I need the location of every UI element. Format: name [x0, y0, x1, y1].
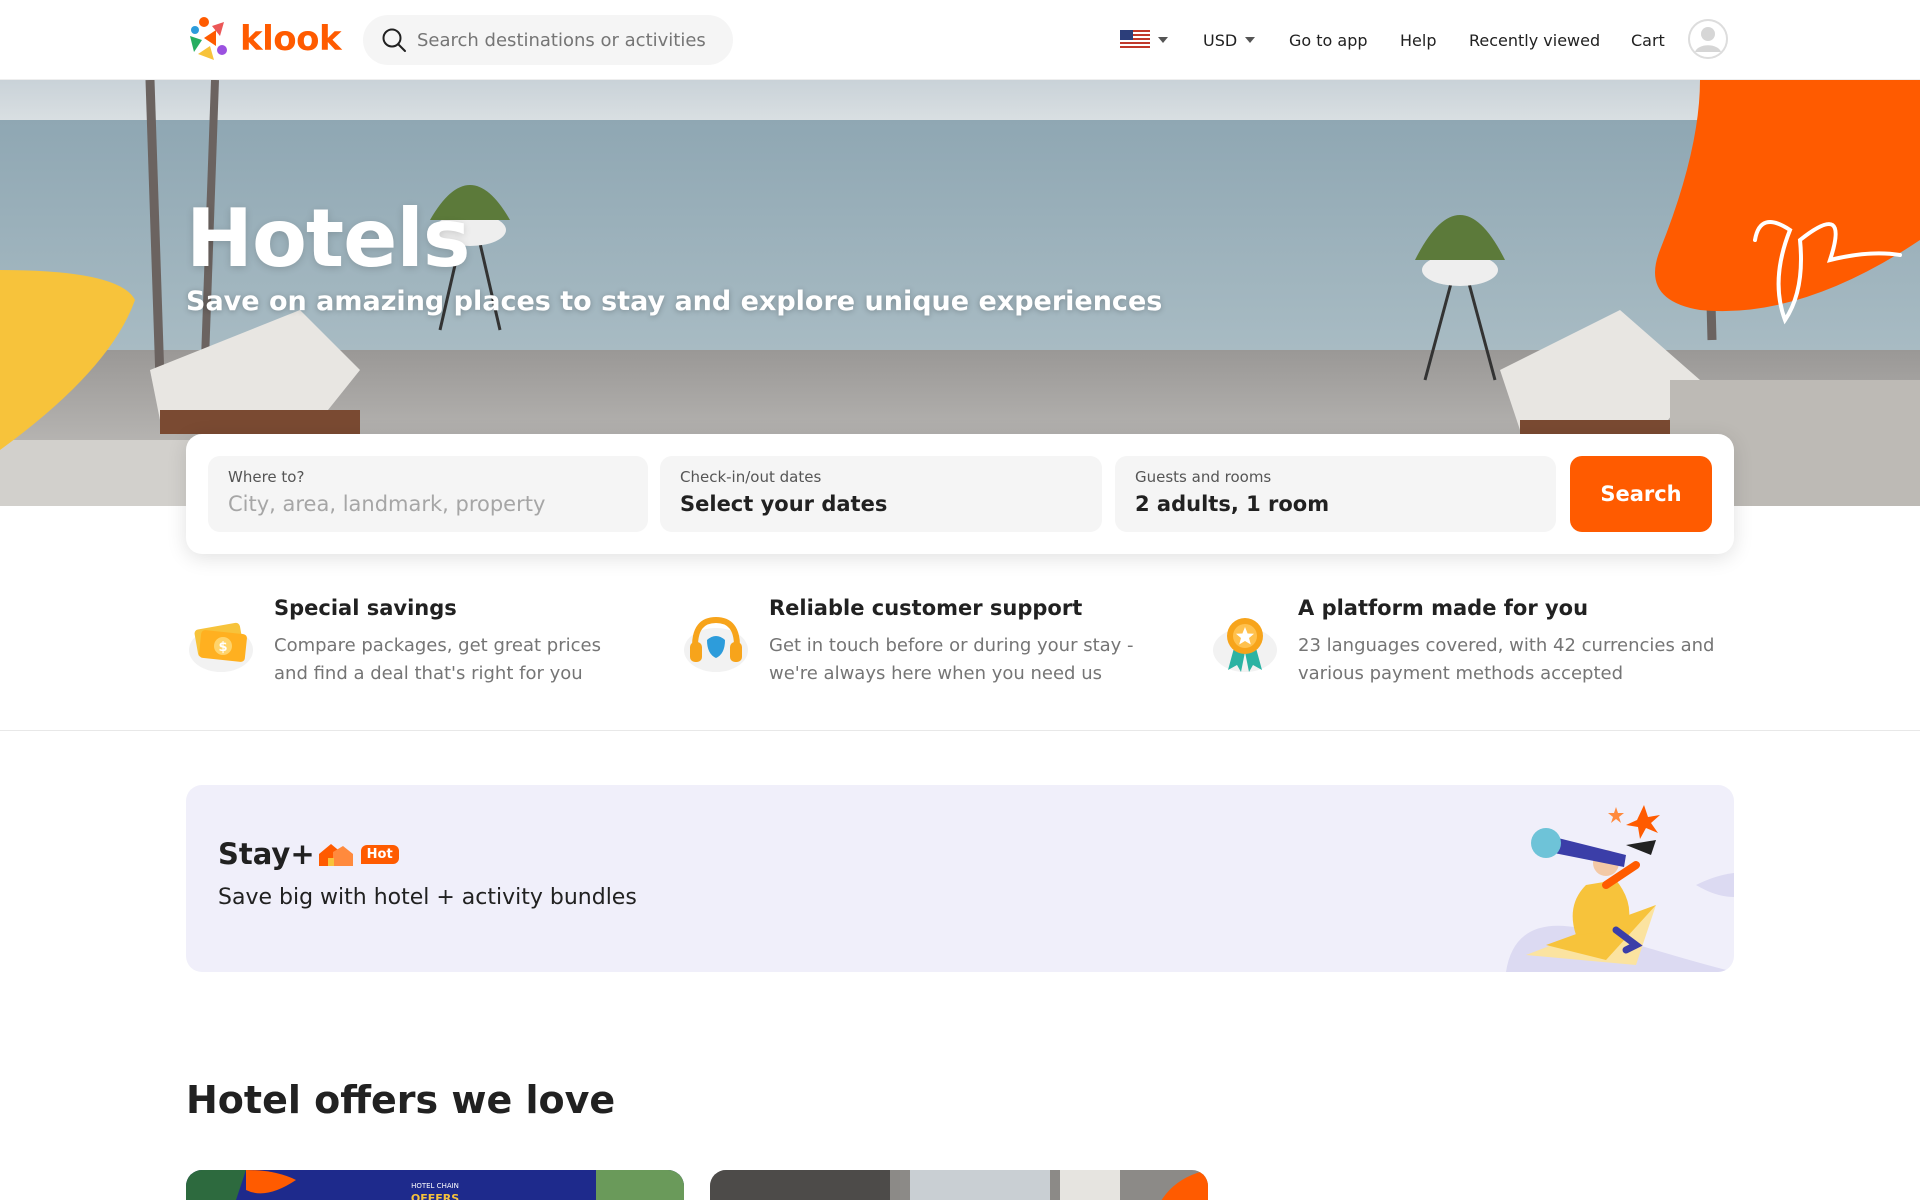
guests-value: 2 adults, 1 room	[1135, 492, 1330, 516]
chevron-down-icon	[1245, 37, 1256, 43]
header-search-input[interactable]	[417, 29, 727, 51]
feature-description: Compare packages, get great prices and f…	[274, 632, 601, 688]
chevron-down-icon	[1158, 37, 1168, 43]
banner-description: Save big with hotel + activity bundles	[218, 885, 637, 910]
feature-customer-support: Reliable customer support Get in touch b…	[681, 596, 1191, 696]
search-button[interactable]: Search	[1570, 456, 1712, 532]
cart-link[interactable]: Cart	[1631, 0, 1665, 80]
stay-plus-brand: Stay+	[218, 837, 315, 871]
us-flag-icon	[1120, 30, 1150, 50]
offer-card-image	[710, 1170, 1208, 1200]
destination-label: Where to?	[228, 468, 305, 486]
offer-card[interactable]	[710, 1170, 1208, 1200]
destination-field[interactable]: Where to?	[208, 456, 648, 532]
search-icon	[382, 28, 406, 52]
guests-label: Guests and rooms	[1135, 468, 1272, 486]
hot-badge: Hot	[360, 844, 399, 864]
dates-value: Select your dates	[680, 492, 888, 516]
house-icon	[318, 844, 353, 866]
dates-field[interactable]: Check-in/out dates Select your dates	[660, 456, 1102, 532]
hotel-offers-title: Hotel offers we love	[186, 1078, 616, 1122]
currency-selector[interactable]: USD	[1203, 0, 1256, 80]
feature-title: Special savings	[274, 596, 457, 620]
feature-platform: A platform made for you 23 languages cov…	[1210, 596, 1740, 696]
offer-card-headline: OFFERS	[411, 1192, 459, 1200]
feature-description-line: Compare packages, get great prices	[274, 635, 601, 656]
feature-description-line: Get in touch before or during your stay …	[769, 635, 1134, 656]
user-icon	[1688, 19, 1728, 59]
destination-input[interactable]	[228, 492, 608, 516]
user-avatar[interactable]	[1688, 19, 1728, 59]
award-medal-icon	[1213, 618, 1277, 672]
feature-description-line: various payment methods accepted	[1298, 663, 1624, 684]
header-search[interactable]	[363, 15, 733, 65]
explorer-telescope-illustration	[1506, 805, 1734, 972]
guests-field[interactable]: Guests and rooms 2 adults, 1 room	[1115, 456, 1556, 532]
feature-description: Get in touch before or during your stay …	[769, 632, 1134, 688]
feature-title: A platform made for you	[1298, 596, 1589, 620]
feature-description-line: 23 languages covered, with 42 currencies…	[1298, 635, 1715, 656]
svg-text:$: $	[218, 640, 227, 655]
page-subtitle: Save on amazing places to stay and explo…	[186, 286, 1163, 317]
feature-description-line: we're always here when you need us	[769, 663, 1102, 684]
feature-description-line: and find a deal that's right for you	[274, 663, 583, 684]
feature-description: 23 languages covered, with 42 currencies…	[1298, 632, 1714, 688]
money-icon: $	[189, 622, 253, 672]
language-selector[interactable]	[1120, 0, 1168, 80]
offer-card-caption: HOTEL CHAIN	[411, 1182, 459, 1190]
offer-card-image: HOTEL CHAIN OFFERS	[186, 1170, 684, 1200]
headset-icon	[684, 616, 748, 672]
currency-label: USD	[1203, 30, 1238, 50]
top-header: klook USD Go to app Help Recently viewed…	[0, 0, 1920, 80]
recently-viewed-link[interactable]: Recently viewed	[1469, 0, 1600, 80]
dates-label: Check-in/out dates	[680, 468, 822, 486]
go-to-app-link[interactable]: Go to app	[1289, 0, 1368, 80]
help-link[interactable]: Help	[1400, 0, 1436, 80]
klook-logo-icon	[190, 17, 227, 60]
logo-wordmark: klook	[240, 19, 342, 59]
page-title: Hotels	[186, 192, 470, 285]
hotel-search-form: Where to? Check-in/out dates Select your…	[186, 434, 1734, 554]
feature-special-savings: $ Special savings Compare packages, get …	[186, 596, 656, 696]
section-divider	[0, 730, 1920, 731]
stay-plus-logo: Stay+ Hot	[218, 837, 399, 871]
feature-title: Reliable customer support	[769, 596, 1083, 620]
stay-plus-banner[interactable]: Stay+ Hot Save big with hotel + activity…	[186, 785, 1734, 972]
offer-card[interactable]: HOTEL CHAIN OFFERS	[186, 1170, 684, 1200]
klook-logo[interactable]: klook	[186, 16, 342, 62]
